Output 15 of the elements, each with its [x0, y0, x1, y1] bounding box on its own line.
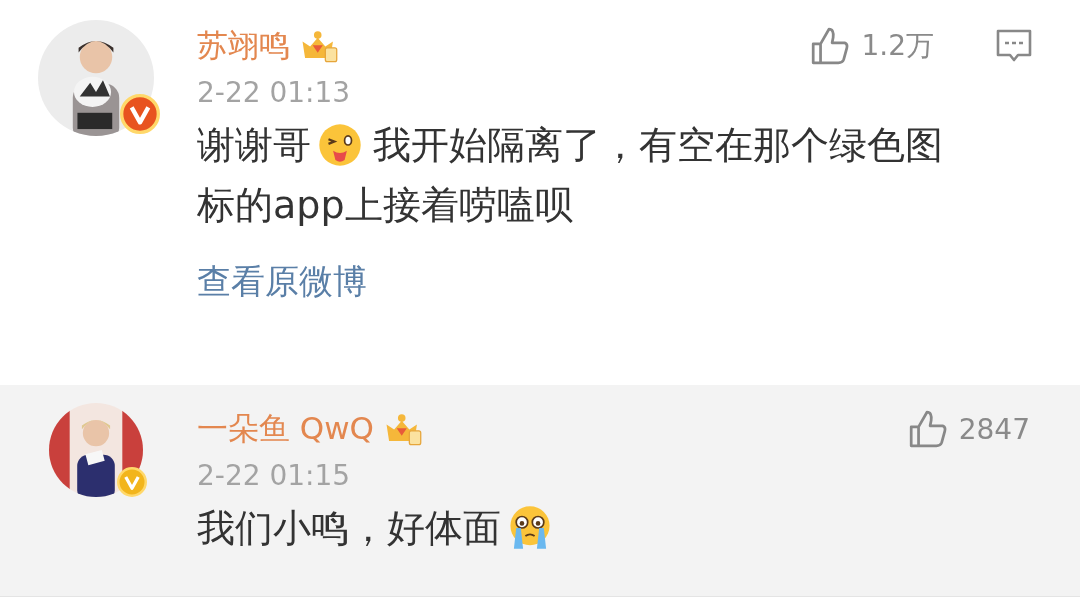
- like-button[interactable]: 2847: [906, 408, 1030, 450]
- user-name[interactable]: 一朵鱼 QwQ: [197, 408, 374, 450]
- comment-text: 我们小鸣，好体面: [197, 505, 501, 552]
- crying-emoji-icon: [507, 505, 553, 551]
- comment-text: 谢谢哥: [197, 122, 311, 169]
- comment-time: 2-22 01:15: [197, 459, 352, 492]
- comment-time: 2-22 01:13: [197, 76, 352, 109]
- comment-text: 标的app上接着唠嗑呗: [197, 182, 573, 229]
- user-name[interactable]: 苏翊鸣: [197, 25, 290, 67]
- like-count: 1.2万: [861, 28, 934, 64]
- winking-tongue-emoji-icon: [317, 122, 363, 168]
- view-original-link[interactable]: 查看原微博: [197, 259, 1042, 305]
- like-button[interactable]: 1.2万: [809, 25, 934, 67]
- comment-text: 我开始隔离了，有空在那个绿色图: [373, 122, 943, 169]
- like-count: 2847: [958, 412, 1030, 446]
